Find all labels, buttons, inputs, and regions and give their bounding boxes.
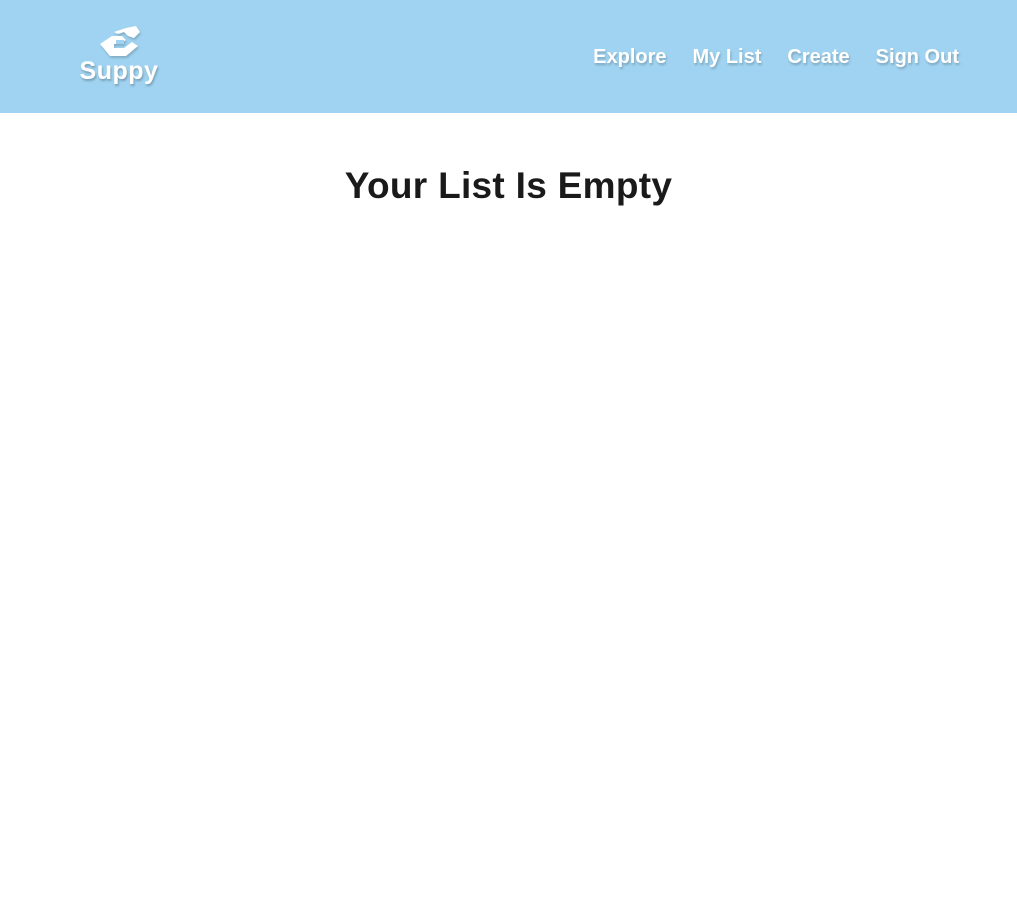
handshake-icon <box>96 22 142 60</box>
nav-my-list[interactable]: My List <box>693 44 762 70</box>
page-title: Your List Is Empty <box>344 165 673 206</box>
nav-sign-out[interactable]: Sign Out <box>876 44 959 70</box>
nav-create[interactable]: Create <box>787 44 849 70</box>
top-header: Suppy Explore My List Create Sign Out <box>0 0 1017 113</box>
nav-explore[interactable]: Explore <box>593 44 666 70</box>
main-nav: Explore My List Create Sign Out <box>567 44 959 70</box>
brand-logo[interactable]: Suppy <box>72 20 166 92</box>
brand-name: Suppy <box>79 57 159 85</box>
